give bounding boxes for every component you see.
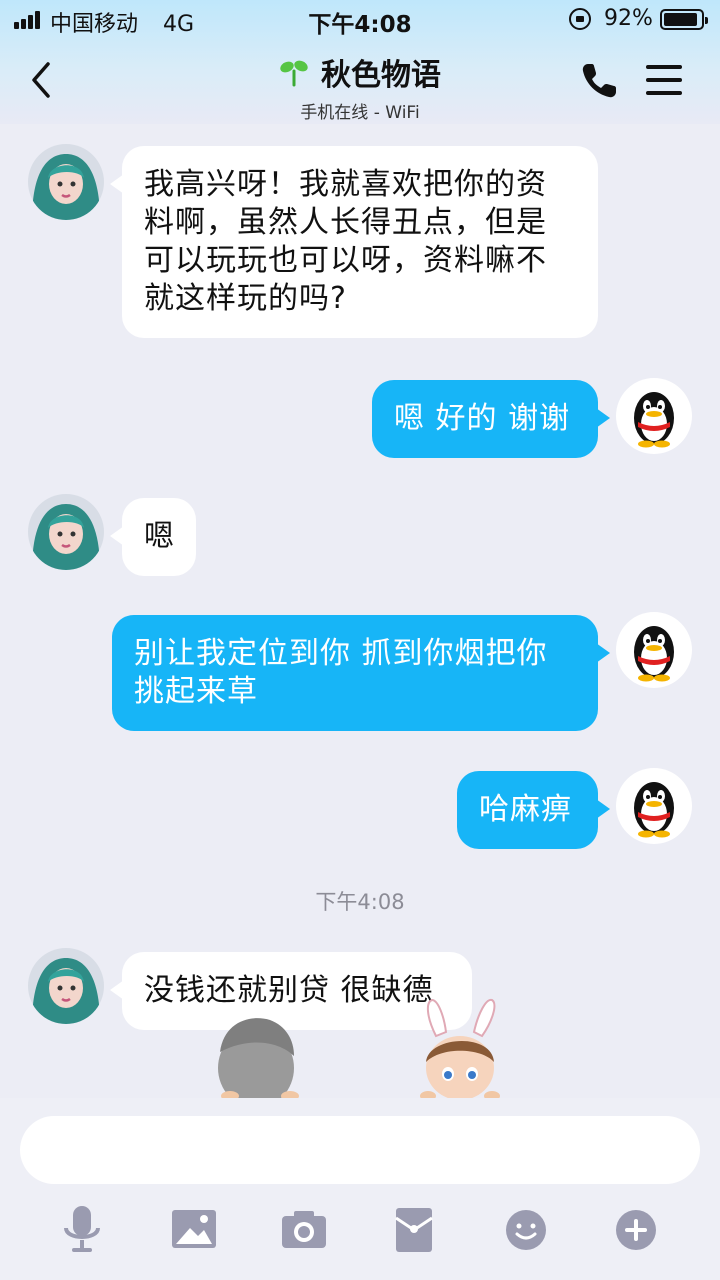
message-bubble-incoming[interactable]: 嗯 bbox=[110, 498, 196, 576]
message-timestamp: 下午4:08 bbox=[315, 890, 405, 914]
red-packet-button[interactable] bbox=[384, 1202, 444, 1258]
input-area bbox=[0, 1098, 720, 1280]
voice-button[interactable] bbox=[52, 1202, 112, 1258]
my-avatar[interactable] bbox=[616, 612, 692, 688]
my-avatar[interactable] bbox=[616, 768, 692, 844]
chat-title: 秋色物语 bbox=[321, 58, 441, 93]
photo-button[interactable] bbox=[164, 1202, 224, 1258]
my-avatar[interactable] bbox=[616, 378, 692, 454]
message-bubble-outgoing[interactable]: 嗯 好的 谢谢 bbox=[372, 380, 610, 458]
status-bar: 中国移动 4G 下午4:08 92% bbox=[0, 0, 720, 40]
battery-percent: 92% bbox=[604, 6, 653, 31]
battery-icon bbox=[660, 9, 708, 30]
message-bubble-incoming[interactable]: 我高兴呀！我就喜欢把你的资料啊，虽然人长得丑点，但是可以玩玩也可以呀，资料嘛不就… bbox=[110, 146, 598, 338]
camera-icon bbox=[282, 1211, 326, 1248]
menu-icon bbox=[646, 65, 682, 69]
message-bubble-outgoing[interactable]: 别让我定位到你 抓到你烟把你挑起来草 bbox=[112, 615, 610, 731]
contact-avatar[interactable] bbox=[28, 144, 104, 220]
peeking-character-sticker bbox=[218, 1018, 299, 1102]
mic-icon bbox=[64, 1206, 100, 1252]
camera-button[interactable] bbox=[274, 1202, 334, 1258]
call-button[interactable] bbox=[578, 60, 620, 102]
message-bubble-outgoing[interactable]: 哈麻痹 bbox=[457, 771, 610, 849]
contact-avatar[interactable] bbox=[28, 494, 104, 570]
plus-icon bbox=[616, 1210, 656, 1250]
phone-icon bbox=[582, 64, 616, 98]
more-button[interactable] bbox=[606, 1202, 666, 1258]
bunny-character-sticker bbox=[420, 998, 500, 1101]
red-packet-icon bbox=[395, 1208, 433, 1252]
message-input[interactable] bbox=[20, 1116, 700, 1184]
emoji-icon bbox=[506, 1210, 546, 1250]
input-toolbar bbox=[0, 1202, 720, 1262]
rotation-lock-icon bbox=[569, 8, 591, 30]
contact-avatar[interactable] bbox=[28, 948, 104, 1024]
sprout-icon bbox=[280, 60, 308, 87]
top-bar: 中国移动 4G 下午4:08 92% 秋色物语 手机在线 - WiFi bbox=[0, 0, 720, 124]
emoji-button[interactable] bbox=[496, 1202, 556, 1258]
menu-button[interactable] bbox=[646, 63, 684, 97]
image-icon bbox=[172, 1210, 216, 1248]
